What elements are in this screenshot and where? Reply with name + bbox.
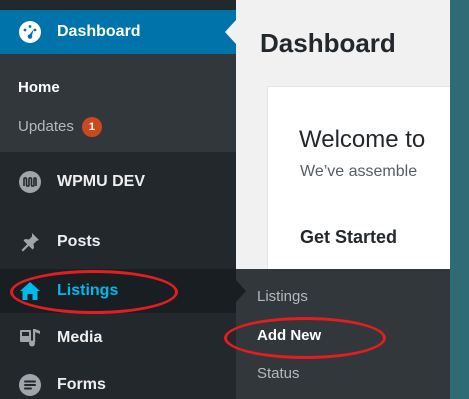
welcome-title: Welcome to (299, 126, 426, 153)
menu-item-dashboard[interactable]: Dashboard (0, 10, 236, 54)
page-title: Dashboard (260, 28, 396, 58)
wordpress-admin-window: Dashboard Welcome to We’ve assemble Get … (0, 0, 450, 399)
update-count-badge: 1 (81, 117, 102, 137)
wpmudev-logo-icon (19, 171, 41, 193)
dashboard-submenu: Home Updates 1 (0, 54, 236, 152)
menu-label-wpmudev: WPMU DEV (57, 173, 145, 190)
admin-sidebar: Dashboard Home Updates 1 WPMU DEV Posts L… (0, 0, 236, 399)
menu-label-dashboard: Dashboard (57, 23, 141, 40)
forms-icon (19, 374, 41, 396)
flyout-item-status[interactable]: Status (257, 365, 300, 382)
menu-item-wpmudev[interactable]: WPMU DEV (0, 162, 236, 202)
welcome-subtitle: We’ve assemble (300, 163, 418, 180)
flyout-pointer (236, 280, 246, 302)
annotation-circle-add-new (224, 317, 386, 359)
menu-label-media: Media (57, 329, 103, 346)
submenu-label-updates: Updates (18, 118, 74, 135)
welcome-panel: Welcome to We’ve assemble Get Started (267, 86, 450, 276)
annotation-circle-listings (10, 270, 178, 314)
submenu-item-updates[interactable]: Updates 1 (18, 117, 102, 137)
current-page-pointer (225, 20, 236, 44)
pushpin-icon (21, 233, 39, 252)
flyout-item-listings[interactable]: Listings (257, 288, 308, 305)
menu-label-forms: Forms (57, 376, 106, 393)
menu-item-posts[interactable]: Posts (0, 222, 236, 262)
menu-item-media[interactable]: Media (0, 318, 236, 358)
submenu-item-home[interactable]: Home (18, 79, 60, 96)
media-icon (20, 329, 40, 347)
menu-item-forms[interactable]: Forms (0, 365, 236, 399)
gauge-icon (19, 21, 41, 43)
menu-label-posts: Posts (57, 233, 101, 250)
get-started-heading: Get Started (300, 227, 398, 247)
